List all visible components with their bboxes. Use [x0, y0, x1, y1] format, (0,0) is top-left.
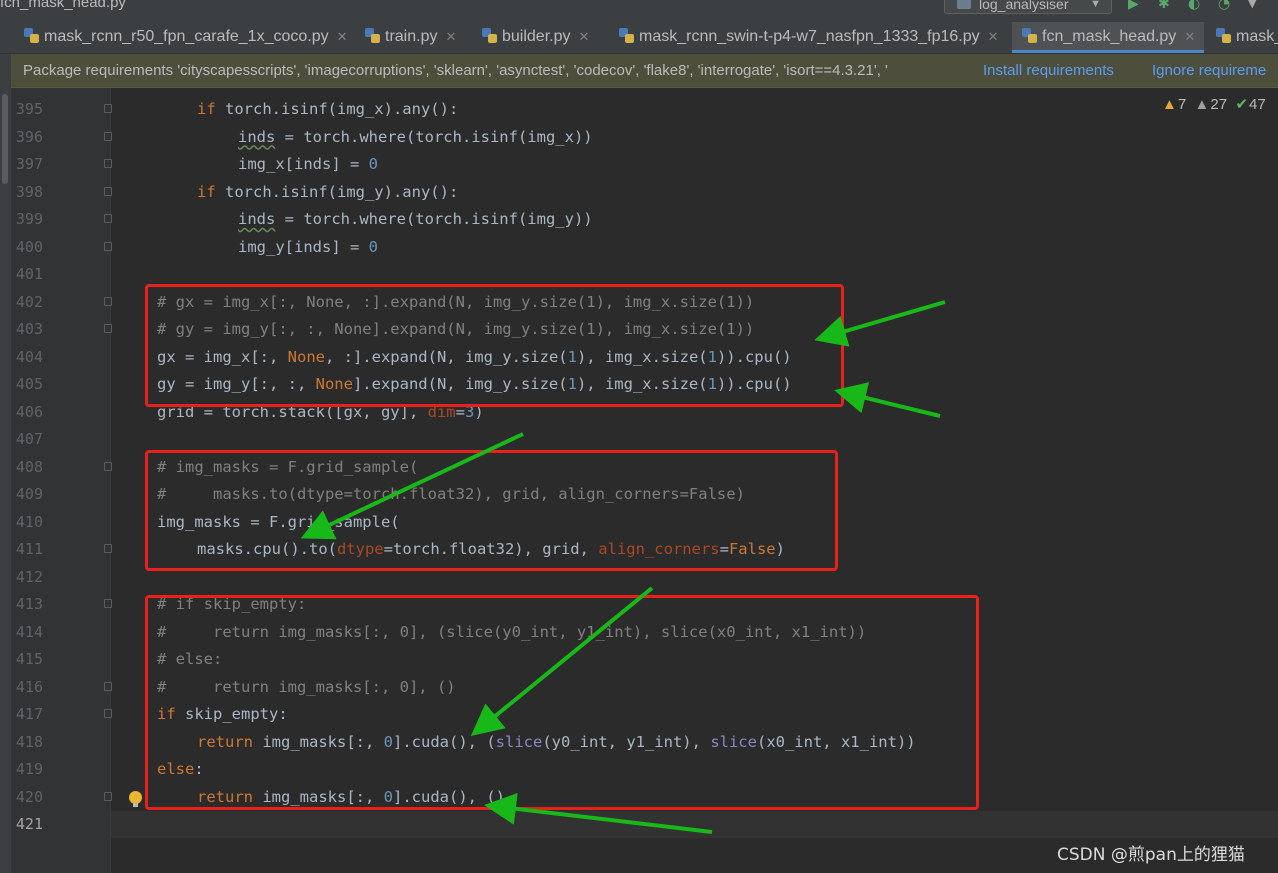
arrow-to-line-418	[470, 586, 654, 737]
annotation-arrows	[300, 300, 946, 834]
arrow-to-line-411	[300, 432, 524, 540]
arrow-to-line-420	[484, 792, 713, 834]
csdn-watermark: CSDN @煎pan上的狸猫	[1057, 845, 1245, 865]
arrow-to-line-403	[814, 300, 946, 347]
arrow-to-line-405	[834, 382, 941, 418]
